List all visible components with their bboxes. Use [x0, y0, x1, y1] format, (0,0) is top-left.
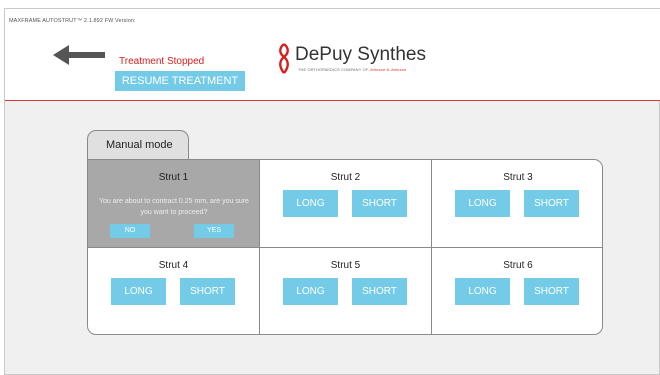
app-window: MAXFRAME AUTOSTRUT™ 2.1.892 FW Version: … [4, 8, 660, 375]
strut-cell-6: Strut 6 LONG SHORT [432, 248, 602, 334]
long-button[interactable]: LONG [283, 278, 338, 305]
long-button[interactable]: LONG [283, 190, 338, 217]
strut-label: Strut 2 [330, 172, 361, 183]
version-text: MAXFRAME AUTOSTRUT™ 2.1.892 FW Version: [9, 18, 136, 24]
long-button[interactable]: LONG [111, 278, 166, 305]
strut-label: Strut 4 [158, 260, 189, 271]
short-button[interactable]: SHORT [352, 190, 407, 217]
strut-label: Strut 1 [158, 172, 189, 183]
short-button[interactable]: SHORT [180, 278, 235, 305]
short-button[interactable]: SHORT [352, 278, 407, 305]
no-button[interactable]: NO [110, 224, 150, 238]
strut-cell-1: Strut 1 You are about to contract 0.25 m… [88, 160, 260, 248]
depuy-synthes-logo: DePuy Synthes THE ORTHOPAEDICS COMPANY O… [277, 41, 437, 81]
tagline-brand: Johnson & Johnson [369, 68, 407, 72]
tab-manual-mode[interactable]: Manual mode [87, 130, 189, 160]
strut-grid: Strut 1 You are about to contract 0.25 m… [87, 159, 603, 335]
long-button[interactable]: LONG [455, 190, 510, 217]
strut-cell-5: Strut 5 LONG SHORT [260, 248, 432, 334]
strut-cell-4: Strut 4 LONG SHORT [88, 248, 260, 334]
header: MAXFRAME AUTOSTRUT™ 2.1.892 FW Version: … [5, 9, 660, 101]
brand-name: DePuy Synthes [295, 44, 426, 65]
strut-cell-3: Strut 3 LONG SHORT [432, 160, 602, 248]
strut-cell-2: Strut 2 LONG SHORT [260, 160, 432, 248]
strut-label: Strut 5 [330, 260, 361, 271]
depuy-synthes-logo-icon [279, 43, 289, 74]
short-button[interactable]: SHORT [524, 278, 579, 305]
resume-treatment-button[interactable]: RESUME TREATMENT [115, 71, 245, 91]
yes-button[interactable]: YES [194, 224, 234, 238]
confirm-message: You are about to contract 0.25 mm, are y… [99, 198, 249, 216]
left-arrow-icon[interactable] [53, 43, 105, 67]
brand-tagline: THE ORTHOPAEDICS COMPANY OF Johnson & Jo… [298, 68, 406, 72]
long-button[interactable]: LONG [455, 278, 510, 305]
strut-label: Strut 6 [503, 260, 533, 271]
strut-label: Strut 3 [503, 172, 533, 183]
treatment-status: Treatment Stopped [119, 56, 205, 67]
tagline-prefix: THE ORTHOPAEDICS COMPANY OF [298, 68, 369, 72]
short-button[interactable]: SHORT [524, 190, 579, 217]
